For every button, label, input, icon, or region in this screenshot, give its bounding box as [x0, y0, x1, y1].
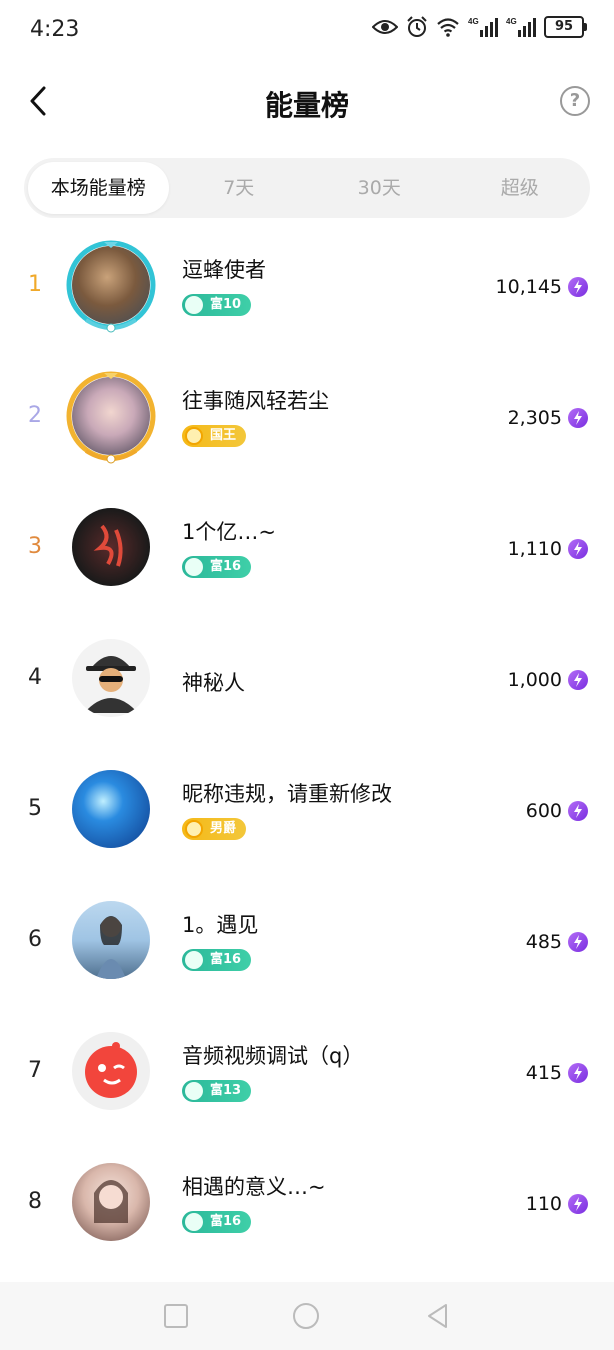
page-title: 能量榜 — [264, 89, 349, 122]
crown-coin-icon — [185, 427, 203, 445]
list-item[interactable]: 6 1。遇见 富16 485 — [0, 877, 614, 1008]
ranking-list: 1 逗蜂使者 富10 10,145 2 往事随风轻若尘 国王 2,305 3 1… — [0, 222, 614, 1270]
avatar[interactable] — [68, 635, 154, 725]
rank-number: 1 — [28, 272, 42, 297]
rank-number: 8 — [28, 1189, 42, 1214]
rank-number: 6 — [28, 927, 42, 952]
list-item[interactable]: 3 1个亿…~ 富16 1,110 — [0, 484, 614, 615]
lightning-icon — [568, 801, 588, 821]
square-icon — [164, 1304, 188, 1328]
noble-badge: 男爵 — [182, 818, 247, 840]
avatar[interactable] — [68, 897, 154, 987]
user-name: 往事随风轻若尘 — [182, 389, 329, 413]
wealth-badge: 富16 — [182, 1211, 252, 1233]
alarm-icon — [407, 16, 427, 37]
signal-icon: 4G — [468, 17, 498, 37]
wealth-badge: 富16 — [182, 556, 252, 578]
triangle-back-icon — [428, 1304, 447, 1328]
wealth-badge: 富13 — [182, 1080, 252, 1102]
tab-30-days[interactable]: 30天 — [309, 162, 450, 214]
status-icons: 4G 4G 95 — [372, 16, 587, 38]
user-name: 昵称违规，请重新修改 — [182, 782, 392, 806]
user-name: 神秘人 — [182, 671, 245, 695]
level-icon — [185, 1213, 203, 1231]
circle-icon — [293, 1303, 319, 1329]
list-item[interactable]: 1 逗蜂使者 富10 10,145 — [0, 222, 614, 353]
energy-score: 485 — [525, 931, 562, 953]
tab-super[interactable]: 超级 — [450, 162, 591, 214]
crown-coin-icon — [185, 820, 203, 838]
status-time: 4:23 — [30, 17, 80, 42]
level-icon — [185, 1082, 203, 1100]
lightning-icon — [568, 539, 588, 559]
level-icon — [185, 296, 203, 314]
wink-face-icon — [85, 1042, 137, 1098]
list-item[interactable]: 4 神秘人 1,000 — [0, 615, 614, 746]
avatar-frame-gold-icon — [66, 371, 156, 464]
tab-current-session[interactable]: 本场能量榜 — [28, 162, 169, 214]
period-tabs: 本场能量榜 7天 30天 超级 — [24, 158, 590, 218]
lightning-icon — [568, 932, 588, 952]
status-bar: 4:23 4G 4G 95 — [0, 0, 614, 60]
mystery-person-icon — [84, 656, 138, 713]
battery-indicator: 95 — [544, 16, 587, 38]
list-item[interactable]: 2 往事随风轻若尘 国王 2,305 — [0, 353, 614, 484]
list-item[interactable]: 8 相遇的意义…~ 富16 110 — [0, 1139, 614, 1270]
level-icon — [185, 951, 203, 969]
question-circle-icon: ? — [569, 90, 581, 111]
energy-score: 600 — [525, 800, 562, 822]
avatar[interactable] — [66, 240, 156, 333]
rank-number: 7 — [28, 1058, 42, 1083]
avatar[interactable] — [68, 504, 154, 594]
svg-text:4G: 4G — [468, 17, 479, 26]
lightning-icon — [568, 670, 588, 690]
user-name: 1。遇见 — [182, 913, 259, 937]
wealth-badge: 富16 — [182, 949, 252, 971]
energy-score: 110 — [525, 1193, 562, 1215]
lightning-icon — [568, 408, 588, 428]
list-item[interactable]: 5 昵称违规，请重新修改 男爵 600 — [0, 746, 614, 877]
avatar-frame-teal-icon — [66, 240, 156, 333]
rank-number: 2 — [28, 403, 42, 428]
user-name: 音频视频调试（q） — [182, 1044, 364, 1068]
eye-icon — [372, 20, 398, 34]
system-nav-bar — [0, 1282, 614, 1350]
energy-score: 1,000 — [507, 669, 562, 691]
recents-button[interactable] — [162, 1302, 190, 1330]
lightning-icon — [568, 1063, 588, 1083]
user-name: 1个亿…~ — [182, 520, 276, 544]
user-name: 相遇的意义…~ — [182, 1175, 326, 1199]
avatar[interactable] — [66, 371, 156, 464]
energy-score: 1,110 — [507, 538, 562, 560]
lightning-icon — [568, 277, 588, 297]
user-name: 逗蜂使者 — [182, 258, 266, 282]
noble-badge: 国王 — [182, 425, 247, 447]
tab-7-days[interactable]: 7天 — [169, 162, 310, 214]
page-header: 能量榜 ? — [0, 70, 614, 132]
rank-number: 4 — [28, 665, 42, 690]
wealth-badge: 富10 — [182, 294, 252, 316]
signal-icon-2: 4G — [506, 17, 536, 37]
lightning-icon — [568, 1194, 588, 1214]
avatar[interactable] — [68, 766, 154, 856]
avatar[interactable] — [68, 1159, 154, 1249]
energy-score: 415 — [525, 1062, 562, 1084]
rank-number: 3 — [28, 534, 42, 559]
level-icon — [185, 558, 203, 576]
svg-text:4G: 4G — [506, 17, 517, 26]
energy-score: 10,145 — [495, 276, 562, 298]
system-back-button[interactable] — [424, 1302, 452, 1330]
help-button[interactable]: ? — [560, 86, 590, 116]
home-button[interactable] — [292, 1302, 320, 1330]
wifi-icon — [437, 18, 459, 37]
list-item[interactable]: 7 音频视频调试（q） 富13 415 — [0, 1008, 614, 1139]
avatar[interactable] — [68, 1028, 154, 1118]
energy-score: 2,305 — [507, 407, 562, 429]
rank-number: 5 — [28, 796, 42, 821]
